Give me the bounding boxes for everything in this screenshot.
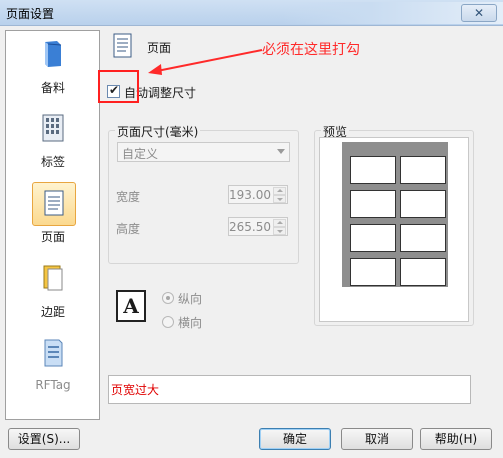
portrait-radio[interactable] <box>162 292 174 304</box>
sidebar-item-label: 页面 <box>40 230 65 244</box>
annotation-highlight-box <box>98 70 139 103</box>
preview-label-cell <box>400 224 446 252</box>
rftag-icon <box>44 339 63 367</box>
title-bar: 页面设置 ✕ <box>0 0 503 26</box>
window-title: 页面设置 <box>6 7 55 21</box>
sidebar-item-materials[interactable]: 备料 <box>12 35 94 99</box>
width-spinner[interactable]: 193.00 <box>228 185 288 204</box>
sidebar: 备料 标签 页面 边距 RFTag <box>5 30 100 420</box>
height-label: 高度 <box>116 222 141 236</box>
preview-label-cell <box>350 224 396 252</box>
sidebar-item-rftag[interactable]: RFTag <box>12 334 94 398</box>
spin-up-button[interactable] <box>273 219 286 227</box>
preview-label-cell <box>400 258 446 286</box>
barcode-grid-icon <box>42 114 64 142</box>
sidebar-item-page[interactable] <box>32 182 76 226</box>
preview-label-cell <box>400 190 446 218</box>
sidebar-item-label: 边距 <box>40 305 65 319</box>
width-value: 193.00 <box>229 188 271 202</box>
sidebar-item-label: 标签 <box>40 155 65 169</box>
preview-sheet <box>342 142 448 287</box>
preview-canvas <box>319 137 469 322</box>
spin-down-button[interactable] <box>273 227 286 235</box>
sidebar-item-labels[interactable]: 标签 <box>12 109 94 173</box>
sidebar-item-label: RFTag <box>35 378 71 392</box>
settings-button[interactable]: 设置(S)... <box>8 428 80 450</box>
spin-down-button[interactable] <box>273 195 286 203</box>
width-label: 宽度 <box>116 190 141 204</box>
landscape-radio[interactable] <box>162 316 174 328</box>
preset-value: 自定义 <box>122 147 159 161</box>
margin-icon <box>43 265 63 291</box>
sidebar-item-label: 备料 <box>40 81 65 95</box>
cancel-button[interactable]: 取消 <box>341 428 413 450</box>
preview-label-cell <box>350 156 396 184</box>
orientation-letter: A <box>123 294 139 318</box>
sidebar-item-margins[interactable]: 边距 <box>12 259 94 323</box>
landscape-label: 横向 <box>178 316 203 330</box>
preview-label-cell <box>400 156 446 184</box>
status-message-box: 页宽过大 <box>108 375 471 404</box>
annotation-text: 必须在这里打勾 <box>262 42 360 58</box>
annotation-arrow <box>148 49 263 75</box>
page-icon <box>44 190 64 216</box>
spin-up-button[interactable] <box>273 187 286 195</box>
help-button[interactable]: 帮助(H) <box>420 428 492 450</box>
ok-button[interactable]: 确定 <box>259 428 331 450</box>
height-value: 265.50 <box>229 220 271 234</box>
portrait-label: 纵向 <box>178 292 203 306</box>
close-button[interactable]: ✕ <box>461 4 497 22</box>
page-icon <box>113 33 132 58</box>
page-size-preset-select[interactable]: 自定义 <box>117 142 290 162</box>
preview-label-cell <box>350 258 396 286</box>
page-size-legend: 页面尺寸(毫米) <box>115 123 201 140</box>
close-icon: ✕ <box>473 6 485 20</box>
height-spinner[interactable]: 265.50 <box>228 217 288 236</box>
chevron-down-icon <box>277 149 285 154</box>
preview-label-cell <box>350 190 396 218</box>
book-icon <box>45 41 62 67</box>
status-message: 页宽过大 <box>111 383 160 397</box>
orientation-icon: A <box>116 290 146 322</box>
